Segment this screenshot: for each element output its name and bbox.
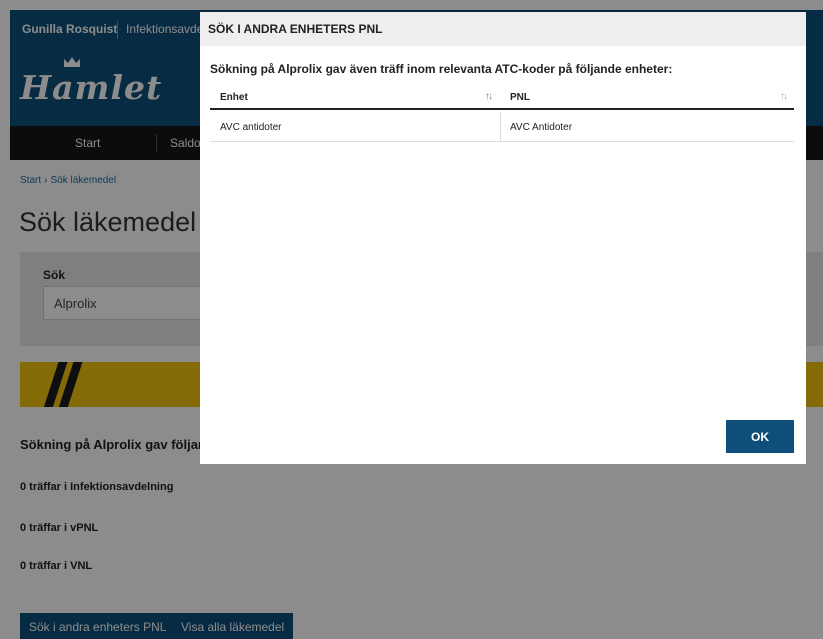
cell-enhet: AVC antidoter <box>220 122 282 133</box>
dialog-title: SÖK I ANDRA ENHETERS PNL <box>200 12 806 46</box>
sort-arrows-icon[interactable]: ↑↓ <box>780 91 788 102</box>
column-header-pnl[interactable]: PNL <box>510 92 530 103</box>
search-other-units-dialog: SÖK I ANDRA ENHETERS PNL Sökning på Alpr… <box>200 12 806 464</box>
ok-button[interactable]: OK <box>726 420 794 453</box>
table-row[interactable]: AVC antidoter AVC Antidoter <box>210 112 794 142</box>
sort-arrows-icon[interactable]: ↑↓ <box>485 91 493 102</box>
column-header-enhet[interactable]: Enhet <box>220 92 248 103</box>
cell-pnl: AVC Antidoter <box>510 122 573 133</box>
dialog-subtitle: Sökning på Alprolix gav även träff inom … <box>210 62 673 76</box>
column-divider <box>500 112 501 142</box>
table-header: Enhet ↑↓ PNL ↑↓ <box>210 90 794 110</box>
